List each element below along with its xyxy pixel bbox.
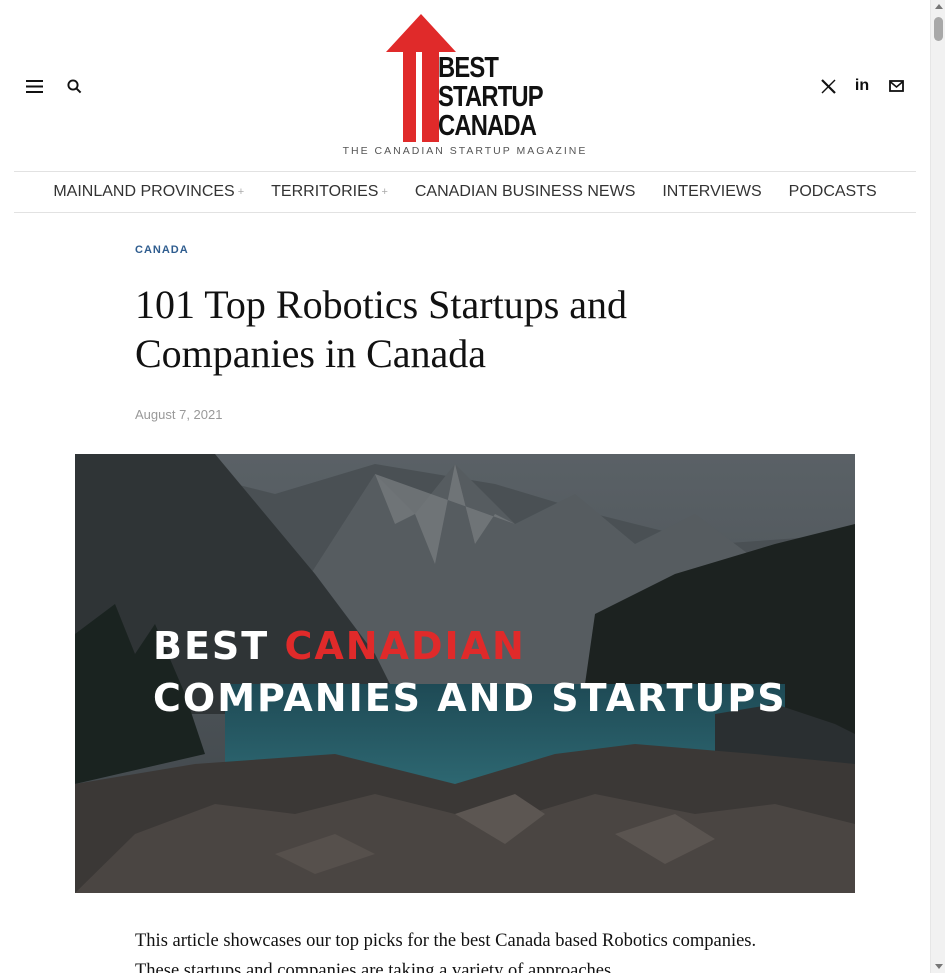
header-left-controls	[24, 76, 84, 96]
nav-label: TERRITORIES	[271, 183, 379, 200]
hero-line-1-prefix: BEST	[153, 624, 285, 668]
nav-item-mainland-provinces[interactable]: MAINLAND PROVINCES +	[53, 183, 244, 201]
nav-label: INTERVIEWS	[662, 183, 762, 200]
submenu-plus-icon: +	[381, 186, 388, 198]
site-header: BEST STARTUP CANADA THE CANADIAN STARTUP…	[0, 0, 930, 172]
submenu-plus-icon: +	[237, 186, 245, 198]
logo-wordmark: BEST STARTUP CANADA	[438, 52, 544, 142]
hero-line-2: COMPANIES AND STARTUPS	[153, 676, 787, 720]
nav-item-territories[interactable]: TERRITORIES +	[271, 183, 388, 201]
hero-line-1-accent: CANADIAN	[284, 624, 526, 668]
hero-line-1: BEST CANADIAN	[153, 620, 787, 672]
article-title: 101 Top Robotics Startups and Companies …	[135, 282, 628, 376]
hamburger-menu-icon[interactable]	[24, 76, 44, 96]
logo-line-canada: CANADA	[438, 110, 537, 142]
site-tagline: THE CANADIAN STARTUP MAGAZINE	[342, 145, 588, 157]
mail-icon[interactable]	[886, 76, 906, 96]
scroll-down-arrow-icon[interactable]	[935, 964, 943, 969]
linkedin-label: in	[854, 77, 870, 94]
category-link[interactable]: CANADA	[135, 244, 189, 256]
social-links: in	[818, 76, 906, 96]
nav-label: PODCASTS	[788, 183, 877, 200]
logo-line-startup: STARTUP	[438, 81, 544, 113]
main-navigation: MAINLAND PROVINCES + TERRITORIES + CANAD…	[14, 171, 916, 213]
nav-item-canadian-business-news[interactable]: CANADIAN BUSINESS NEWS	[415, 183, 635, 201]
site-logo[interactable]: BEST STARTUP CANADA	[380, 12, 580, 144]
logo-line-best: BEST	[438, 52, 499, 84]
search-icon[interactable]	[64, 76, 84, 96]
x-twitter-icon[interactable]	[818, 76, 838, 96]
page-scrollbar[interactable]	[930, 0, 945, 973]
hero-headline: BEST CANADIAN COMPANIES AND STARTUPS	[153, 620, 787, 724]
linkedin-icon[interactable]: in	[852, 76, 872, 96]
nav-label: CANADIAN BUSINESS NEWS	[414, 183, 636, 200]
article-intro: This article showcases our top picks for…	[135, 931, 757, 973]
article-date: August 7, 2021	[135, 407, 223, 422]
hero-image: BEST CANADIAN COMPANIES AND STARTUPS	[75, 454, 855, 893]
nav-label: MAINLAND PROVINCES	[53, 183, 235, 200]
scroll-up-arrow-icon[interactable]	[935, 4, 943, 9]
nav-item-podcasts[interactable]: PODCASTS	[789, 183, 877, 201]
nav-item-interviews[interactable]: INTERVIEWS	[662, 183, 761, 201]
scroll-thumb[interactable]	[934, 17, 943, 41]
